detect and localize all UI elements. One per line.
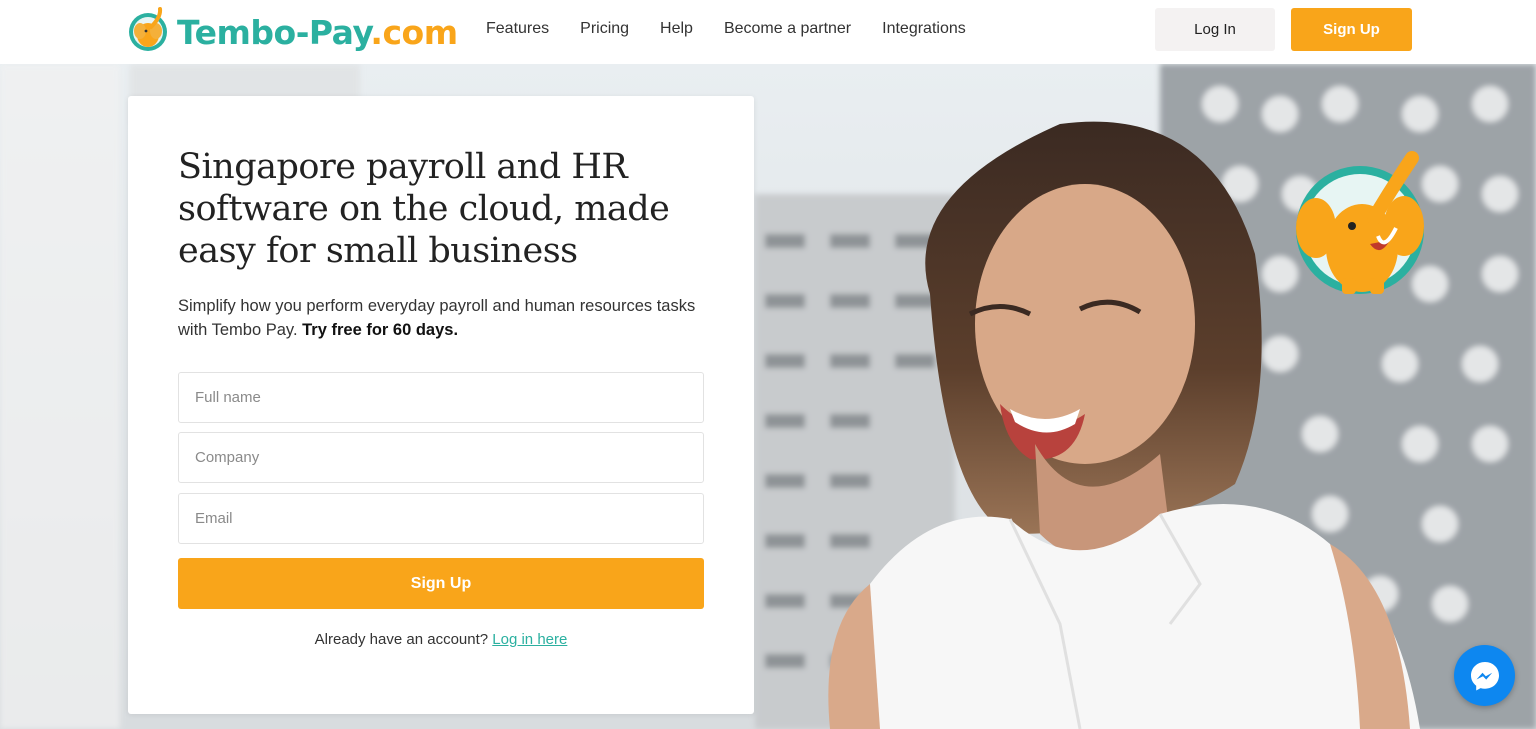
login-button[interactable]: Log In	[1155, 8, 1275, 51]
login-here-link[interactable]: Log in here	[492, 631, 567, 648]
nav-integrations[interactable]: Integrations	[882, 20, 966, 38]
header-signup-button[interactable]: Sign Up	[1291, 8, 1412, 51]
elephant-mascot-icon	[1296, 151, 1424, 294]
company-input[interactable]	[178, 432, 704, 483]
elephant-logo-icon	[127, 6, 169, 58]
full-name-input[interactable]	[178, 372, 704, 423]
login-prompt: Already have an account? Log in here	[128, 631, 754, 648]
hero-title: Singapore payroll and HR software on the…	[178, 147, 670, 271]
messenger-icon	[1470, 661, 1499, 690]
already-text: Already have an account?	[314, 631, 489, 648]
nav-become-partner[interactable]: Become a partner	[724, 20, 851, 38]
main-nav: Features Pricing Help Become a partner I…	[486, 20, 966, 38]
nav-pricing[interactable]: Pricing	[580, 20, 629, 38]
hero-lead: Simplify how you perform everyday payrol…	[178, 297, 696, 339]
signup-card: Singapore payroll and HR software on the…	[128, 96, 754, 714]
nav-help[interactable]: Help	[660, 20, 693, 38]
logo[interactable]: Tembo-Pay.com	[127, 6, 458, 58]
email-input[interactable]	[178, 493, 704, 544]
nav-features[interactable]: Features	[486, 20, 549, 38]
messenger-chat-button[interactable]	[1454, 645, 1515, 706]
trial-highlight: Try free for 60 days.	[302, 321, 459, 339]
form-signup-button[interactable]: Sign Up	[178, 558, 704, 609]
site-header: Tembo-Pay.com Features Pricing Help Beco…	[0, 0, 1536, 64]
logo-wordmark: Tembo-Pay.com	[177, 12, 458, 52]
